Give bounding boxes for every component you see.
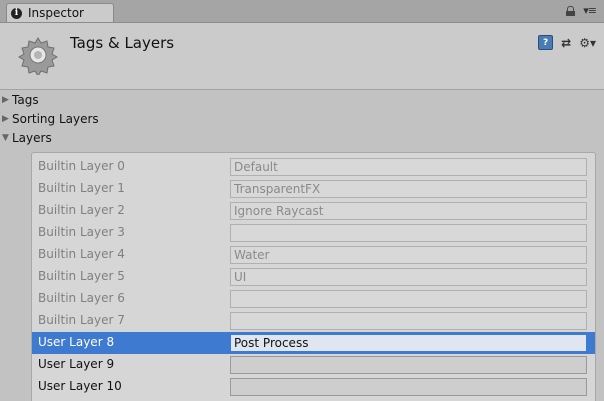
info-icon: i	[11, 7, 22, 19]
layer-row[interactable]: User Layer 10	[32, 376, 595, 398]
foldout-list: ▶ Tags ▶ Sorting Layers ▼ Layers	[0, 90, 604, 147]
layers-list: Builtin Layer 0 Default Builtin Layer 1 …	[31, 152, 596, 401]
layer-row[interactable]: User Layer 9	[32, 354, 595, 376]
layer-row: Builtin Layer 7	[32, 310, 595, 332]
layer-label: Builtin Layer 5	[38, 269, 125, 283]
page-title: Tags & Layers	[70, 34, 175, 52]
collapsed-arrow-icon: ▶	[2, 94, 9, 105]
foldout-sorting-layers[interactable]: ▶ Sorting Layers	[0, 109, 604, 128]
foldout-label: Layers	[12, 130, 52, 145]
layer-label: Builtin Layer 7	[38, 313, 125, 327]
inspector-header: Tags & Layers ? ⇄ ⚙▾	[0, 23, 604, 90]
layer-row: Builtin Layer 0 Default	[32, 156, 595, 178]
layer-label: Builtin Layer 2	[38, 203, 125, 217]
layer-row: Builtin Layer 6	[32, 288, 595, 310]
layer-row: Builtin Layer 4 Water	[32, 244, 595, 266]
layer-row-selected[interactable]: User Layer 8 Post Process	[32, 332, 595, 354]
layer-name-field: Water	[230, 246, 587, 264]
collapsed-arrow-icon: ▶	[2, 113, 9, 124]
layer-label: User Layer 10	[38, 379, 122, 393]
layer-label: Builtin Layer 0	[38, 159, 125, 173]
layer-name-field	[230, 290, 587, 308]
layer-row: Builtin Layer 1 TransparentFX	[32, 178, 595, 200]
layer-label: Builtin Layer 4	[38, 247, 125, 261]
layer-name-field[interactable]	[230, 378, 587, 396]
layer-name-field[interactable]: Post Process	[230, 334, 587, 352]
layer-name-field[interactable]	[230, 356, 587, 374]
tab-inspector[interactable]: i Inspector	[6, 3, 114, 22]
help-icon[interactable]: ?	[538, 35, 554, 50]
layer-label: User Layer 9	[38, 357, 115, 371]
layer-row: Builtin Layer 5 UI	[32, 266, 595, 288]
layer-label: Builtin Layer 3	[38, 225, 125, 239]
expanded-arrow-icon: ▼	[2, 132, 9, 143]
layer-row: Builtin Layer 3	[32, 222, 595, 244]
layer-label: Builtin Layer 6	[38, 291, 125, 305]
gear-icon	[18, 37, 58, 75]
tab-bar: i Inspector ▾≡	[0, 0, 604, 23]
settings-icon[interactable]: ⚙▾	[579, 36, 596, 50]
foldout-label: Tags	[12, 92, 39, 107]
layer-label: User Layer 8	[38, 335, 115, 349]
preset-icon[interactable]: ⇄	[561, 36, 571, 50]
menu-icon[interactable]: ▾≡	[583, 4, 597, 17]
layer-name-field	[230, 224, 587, 242]
layer-row: Builtin Layer 2 Ignore Raycast	[32, 200, 595, 222]
layer-name-field: Default	[230, 158, 587, 176]
layer-label: Builtin Layer 1	[38, 181, 125, 195]
tab-label: Inspector	[28, 6, 84, 20]
layer-name-field: TransparentFX	[230, 180, 587, 198]
layer-name-field: UI	[230, 268, 587, 286]
foldout-layers[interactable]: ▼ Layers	[0, 128, 604, 147]
foldout-tags[interactable]: ▶ Tags	[0, 90, 604, 109]
layer-name-field: Ignore Raycast	[230, 202, 587, 220]
layer-name-field	[230, 312, 587, 330]
lock-icon[interactable]	[566, 5, 576, 16]
foldout-label: Sorting Layers	[12, 111, 99, 126]
